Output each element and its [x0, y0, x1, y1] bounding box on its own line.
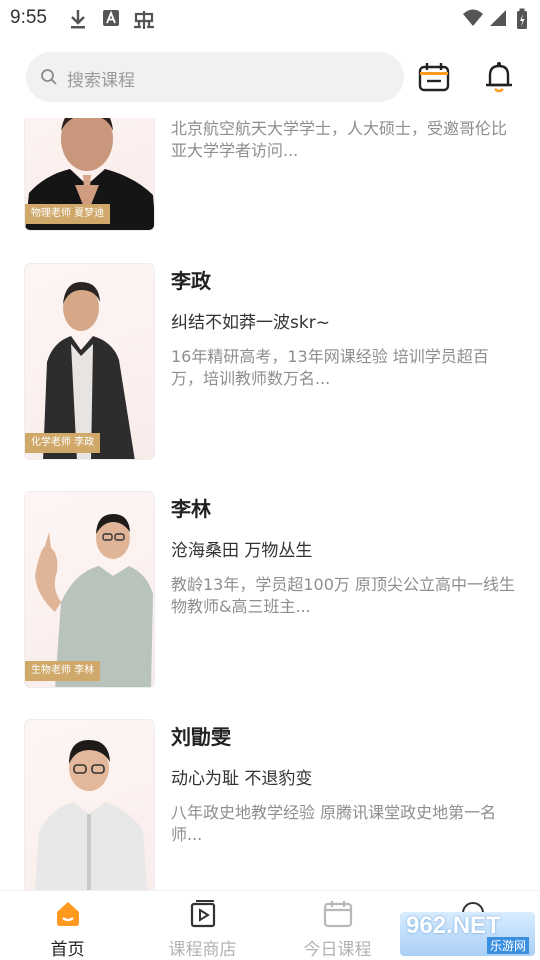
teacher-motto: 纠结不如莽一波skr~	[171, 313, 330, 333]
top-header: 搜索课程	[0, 38, 540, 118]
teacher-desc: 16年精研高考，13年网课经验 培训学员超百万，培训教师数万名...	[171, 347, 489, 388]
teacher-desc: 北京航空航天大学学士，人大硕士，受邀哥伦比亚大学学者访问...	[171, 119, 508, 160]
teacher-name: 刘勖雯	[171, 725, 231, 749]
watermark-main: 962.NET	[406, 912, 501, 939]
play-square-icon	[188, 899, 218, 933]
teacher-photo: 化学老师 李政	[24, 263, 155, 460]
download-icon	[68, 8, 88, 34]
search-bar[interactable]: 搜索课程	[26, 52, 404, 102]
tab-label: 首页	[50, 940, 85, 960]
tab-course-store[interactable]: 课程商店	[135, 891, 270, 960]
teacher-card[interactable]: 生物老师 李林 李林 沧海桑田 万物丛生 教龄13年，学员超100万 原顶尖公立…	[0, 491, 540, 689]
teacher-photo: 物理老师 夏梦迪	[24, 118, 155, 231]
wifi-icon	[462, 8, 484, 32]
search-icon	[40, 68, 58, 90]
bell-icon	[486, 62, 512, 93]
status-time: 9:55	[10, 7, 47, 28]
home-icon	[53, 899, 83, 933]
teacher-list[interactable]: 物理老师 夏梦迪 北京航空航天大学学士，人大硕士，受邀哥伦比亚大学学者访问...…	[0, 118, 540, 890]
text-a-icon	[102, 8, 120, 32]
teacher-motto: 动心为耻 不退豹变	[171, 769, 313, 789]
teacher-motto: 沧海桑田 万物丛生	[171, 541, 313, 561]
bug-icon	[132, 8, 156, 36]
search-placeholder: 搜索课程	[67, 71, 135, 91]
tab-label: 课程商店	[168, 940, 237, 960]
battery-icon	[516, 8, 528, 34]
teacher-photo	[24, 719, 155, 890]
teacher-tag: 生物老师 李林	[25, 661, 101, 681]
status-bar: 9:55	[0, 0, 540, 38]
calendar-icon	[322, 899, 354, 933]
tab-label: 今日课程	[303, 940, 372, 960]
teacher-name: 李政	[171, 269, 211, 293]
watermark-logo: 962.NET 乐游网	[400, 912, 535, 956]
calendar-icon	[418, 63, 450, 92]
teacher-desc: 八年政史地教学经验 原腾讯课堂政史地第一名师...	[171, 803, 497, 844]
teacher-tag: 物理老师 夏梦迪	[25, 204, 111, 224]
teacher-card[interactable]: 刘勖雯 动心为耻 不退豹变 八年政史地教学经验 原腾讯课堂政史地第一名师...	[0, 719, 540, 890]
teacher-card[interactable]: 化学老师 李政 李政 纠结不如莽一波skr~ 16年精研高考，13年网课经验 培…	[0, 263, 540, 461]
teacher-name: 李林	[171, 497, 211, 521]
signal-icon	[489, 8, 507, 32]
teacher-card[interactable]: 物理老师 夏梦迪 北京航空航天大学学士，人大硕士，受邀哥伦比亚大学学者访问...	[0, 118, 540, 232]
teacher-photo: 生物老师 李林	[24, 491, 155, 688]
calendar-button[interactable]	[415, 58, 455, 98]
teacher-tag: 化学老师 李政	[25, 433, 101, 453]
watermark-sub: 乐游网	[486, 937, 529, 954]
tab-home[interactable]: 首页	[0, 891, 135, 960]
notification-button[interactable]	[480, 58, 520, 98]
tab-today-courses[interactable]: 今日课程	[270, 891, 405, 960]
teacher-desc: 教龄13年，学员超100万 原顶尖公立高中一线生物教师&高三班主...	[171, 575, 515, 616]
